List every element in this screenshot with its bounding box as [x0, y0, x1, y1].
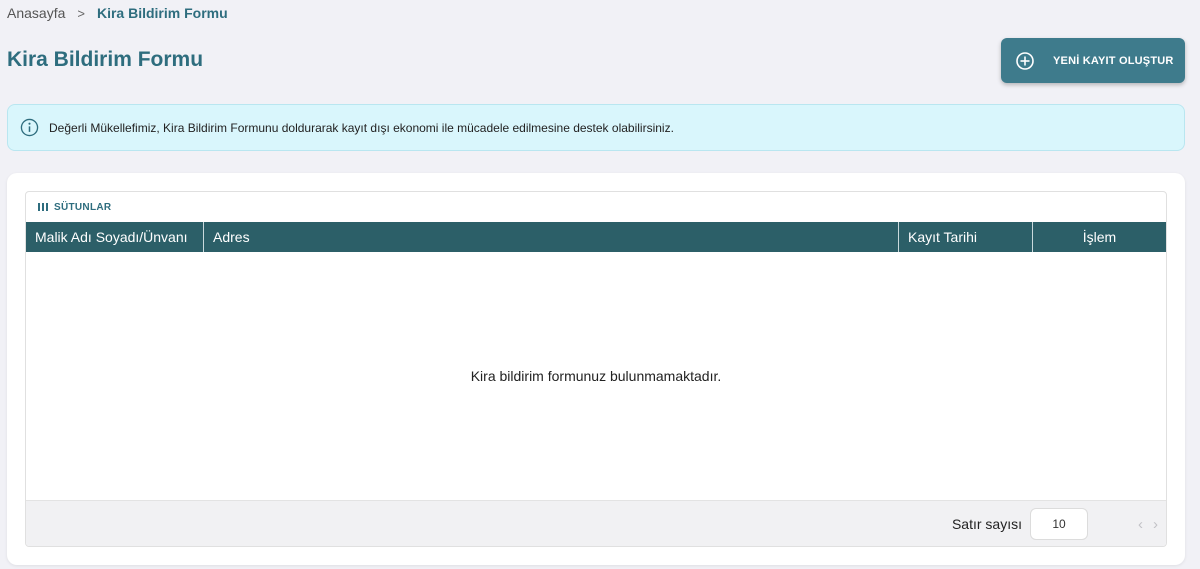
columns-icon [38, 203, 48, 211]
info-text: Değerli Mükellefimiz, Kira Bildirim Form… [49, 120, 674, 135]
page-title: Kira Bildirim Formu [7, 48, 204, 71]
breadcrumb: Anasayfa > Kira Bildirim Formu [7, 5, 228, 21]
info-alert: Değerli Mükellefimiz, Kira Bildirim Form… [7, 104, 1185, 151]
table-body: Kira bildirim formunuz bulunmamaktadır. [26, 252, 1166, 500]
column-header-owner[interactable]: Malik Adı Soyadı/Ünvanı [26, 222, 204, 252]
breadcrumb-current: Kira Bildirim Formu [96, 5, 228, 21]
chevron-left-icon[interactable]: ‹ [1138, 516, 1143, 533]
empty-message: Kira bildirim formunuz bulunmamaktadır. [470, 368, 722, 384]
chevron-right-icon[interactable]: › [1153, 516, 1158, 533]
columns-button[interactable]: SÜTUNLAR [26, 192, 1166, 222]
info-circle-icon [20, 118, 39, 137]
column-header-address[interactable]: Adres [204, 222, 899, 252]
breadcrumb-separator: > [77, 5, 85, 21]
column-header-action[interactable]: İşlem [1033, 222, 1166, 252]
columns-button-label: SÜTUNLAR [54, 201, 112, 213]
pagination: ‹ › [1138, 516, 1158, 533]
content-card: SÜTUNLAR Malik Adı Soyadı/Ünvanı Adres K… [7, 173, 1185, 565]
rows-per-page-label: Satır sayısı [951, 516, 1022, 532]
table-header: Malik Adı Soyadı/Ünvanı Adres Kayıt Tari… [26, 222, 1166, 252]
breadcrumb-home-link[interactable]: Anasayfa [7, 5, 65, 21]
plus-circle-icon [1016, 51, 1034, 70]
column-header-date[interactable]: Kayıt Tarihi [899, 222, 1033, 252]
rows-per-page-input[interactable] [1030, 508, 1088, 540]
new-record-button[interactable]: YENİ KAYIT OLUŞTUR [1001, 38, 1185, 83]
table-footer: Satır sayısı ‹ › [26, 500, 1166, 546]
new-record-button-label: YENİ KAYIT OLUŞTUR [1053, 54, 1174, 67]
data-grid: SÜTUNLAR Malik Adı Soyadı/Ünvanı Adres K… [25, 191, 1167, 547]
